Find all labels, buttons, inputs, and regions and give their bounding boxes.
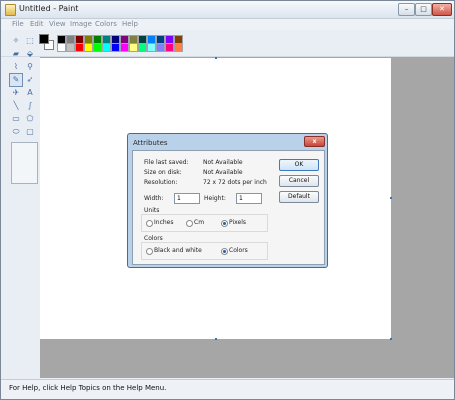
resize-handle-top [215,57,217,59]
polygon-icon[interactable]: ⬠ [23,112,37,126]
fill-icon[interactable]: ⬙ [23,47,37,61]
cancel-button[interactable]: Cancel [279,175,319,187]
selected-colors[interactable] [39,34,54,50]
colors-group-label: Colors [144,235,163,242]
dialog-title: Attributes [133,139,168,147]
file-last-saved-value: Not Available [203,159,243,166]
black-and-white-label[interactable]: Black and white [154,247,202,254]
units-cm-radio[interactable] [186,220,193,227]
resize-handle-corner[interactable] [390,338,392,340]
units-inches-label[interactable]: Inches [154,219,174,226]
color-swatch[interactable] [165,43,174,52]
menu-view[interactable]: View [49,20,66,28]
foreground-color-swatch[interactable] [39,34,49,44]
pencil-icon[interactable]: ✎ [9,73,23,87]
line-icon[interactable]: ╲ [9,99,23,113]
menu-image[interactable]: Image [70,20,92,28]
height-label: Height: [204,195,226,202]
units-inches-radio[interactable] [146,220,153,227]
units-group-label: Units [144,207,160,214]
magnifier-icon[interactable]: ⚲ [23,60,37,74]
units-pixels-radio[interactable] [221,220,228,227]
color-picker-icon[interactable]: ⌇ [9,60,23,74]
close-button[interactable]: ✕ [432,3,452,16]
status-text: For Help, click Help Topics on the Help … [9,384,167,392]
default-button[interactable]: Default [279,191,319,203]
menu-bar: File Edit View Image Colors Help [1,19,454,30]
dialog-close-button[interactable]: x [304,136,325,147]
menu-file[interactable]: File [12,20,24,28]
rectangle-icon[interactable]: ▭ [9,112,23,126]
colors-radio[interactable] [221,248,228,255]
window-title: Untitled - Paint [19,4,79,13]
title-bar[interactable]: Untitled - Paint – □ ✕ [1,1,454,19]
color-swatch[interactable] [120,43,129,52]
color-swatch[interactable] [75,43,84,52]
units-pixels-label[interactable]: Pixels [229,219,246,226]
menu-edit[interactable]: Edit [30,20,44,28]
minimize-button[interactable]: – [398,3,415,16]
color-swatch[interactable] [174,43,183,52]
resize-handle-bottom[interactable] [215,338,217,340]
size-on-disk-label: Size on disk: [144,169,182,176]
airbrush-icon[interactable]: ✈ [9,86,23,100]
attributes-dialog: Attributes x File last saved: Not Availa… [127,133,328,268]
curve-icon[interactable]: ∫ [23,99,37,113]
dialog-body: File last saved: Not Available Size on d… [132,150,325,265]
brush-icon[interactable]: ➶ [23,73,37,87]
color-swatch[interactable] [147,43,156,52]
ellipse-icon[interactable]: ⬭ [9,125,23,139]
width-input[interactable]: 1 [174,193,200,204]
color-swatch[interactable] [138,43,147,52]
maximize-button[interactable]: □ [415,3,432,16]
resolution-value: 72 x 72 dots per inch [203,179,267,186]
color-swatch[interactable] [156,43,165,52]
colors-group: Black and white Colors [141,242,268,260]
file-last-saved-label: File last saved: [144,159,189,166]
black-and-white-radio[interactable] [146,248,153,255]
resize-handle-right[interactable] [390,197,392,199]
status-bar: For Help, click Help Topics on the Help … [1,379,454,399]
rounded-rectangle-icon[interactable]: ▢ [23,125,37,139]
paint-app-icon [5,4,16,16]
width-label: Width: [144,195,164,202]
size-on-disk-value: Not Available [203,169,243,176]
free-form-select-icon[interactable]: ✧ [9,34,23,48]
color-swatch[interactable] [84,43,93,52]
color-swatch[interactable] [129,43,138,52]
paint-window: Untitled - Paint – □ ✕ File Edit View Im… [0,0,455,400]
color-swatch[interactable] [102,43,111,52]
menu-colors[interactable]: Colors [95,20,117,28]
select-icon[interactable]: ⬚ [23,34,37,48]
units-group: Inches Cm Pixels [141,214,268,232]
color-swatch[interactable] [111,43,120,52]
toolbox: ✧ ⬚ ▰ ⬙ ⌇ ⚲ ✎ ➶ ✈ A ╲ ∫ ▭ ⬠ ⬭ ▢ [9,34,38,182]
menu-help[interactable]: Help [122,20,138,28]
text-icon[interactable]: A [23,86,37,100]
color-swatch[interactable] [93,43,102,52]
color-swatch[interactable] [57,43,66,52]
colors-radio-label[interactable]: Colors [229,247,248,254]
resolution-label: Resolution: [144,179,178,186]
ok-button[interactable]: OK [279,159,319,171]
height-input[interactable]: 1 [236,193,262,204]
units-cm-label[interactable]: Cm [194,219,204,226]
color-swatch[interactable] [66,43,75,52]
eraser-icon[interactable]: ▰ [9,47,23,61]
